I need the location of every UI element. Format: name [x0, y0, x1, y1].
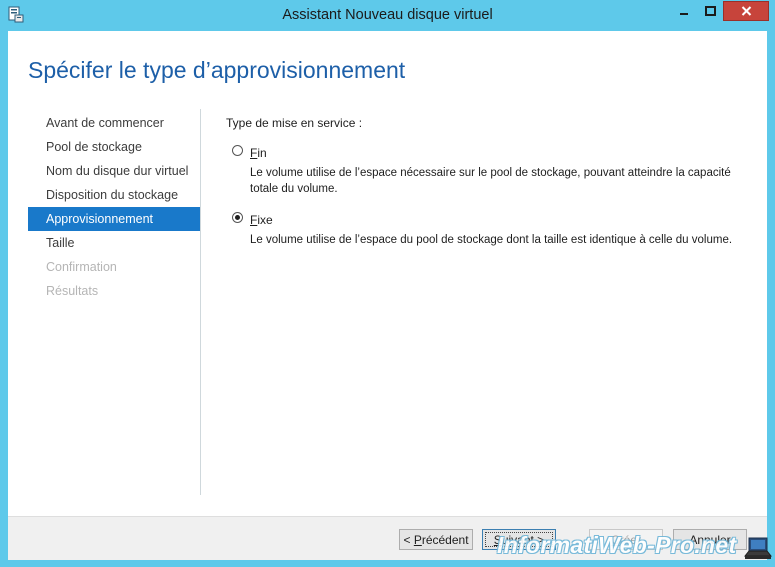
nav-step-approvisionnement[interactable]: Approvisionnement: [28, 207, 200, 231]
laptop-logo-icon: [744, 537, 772, 559]
nav-step-avant-de-commencer[interactable]: Avant de commencer: [28, 111, 200, 135]
close-icon: [741, 6, 751, 16]
minimize-icon: [679, 13, 688, 15]
nav-step-confirmation: Confirmation: [46, 260, 117, 274]
radio-fin[interactable]: [232, 145, 243, 156]
minimize-button[interactable]: [670, 1, 697, 21]
nav-step-disposition[interactable]: Disposition du stockage: [28, 183, 200, 207]
nav-step-pool-de-stockage[interactable]: Pool de stockage: [28, 135, 200, 159]
radio-fixe[interactable]: [232, 212, 243, 223]
title-bar[interactable]: Assistant Nouveau disque virtuel: [0, 0, 775, 31]
provisioning-content: Type de mise en service : Fin Le volume …: [226, 116, 756, 248]
close-button[interactable]: [723, 1, 769, 21]
window-title: Assistant Nouveau disque virtuel: [282, 7, 493, 23]
maximize-icon: [704, 6, 716, 16]
option-fin-description: Le volume utilise de l’espace nécessaire…: [250, 167, 731, 195]
option-fin-label[interactable]: Fin: [250, 146, 267, 160]
previous-button[interactable]: < Précédent: [399, 529, 473, 550]
nav-step-resultats: Résultats: [46, 284, 99, 298]
nav-step-nom-du-disque[interactable]: Nom du disque dur virtuel: [28, 159, 200, 183]
wizard-body: Spécifer le type d’approvisionnement Ava…: [8, 31, 767, 516]
option-fixe-label[interactable]: Fixe: [250, 213, 273, 227]
nav-divider: [200, 109, 201, 495]
option-fixe-description: Le volume utilise de l’espace du pool de…: [250, 234, 733, 246]
maximize-button[interactable]: [697, 1, 723, 21]
provisioning-type-label: Type de mise en service :: [226, 116, 363, 130]
wizard-steps-nav: Avant de commencer Pool de stockage Nom …: [28, 111, 200, 303]
option-fixe[interactable]: Fixe Le volume utilise de l’espace du po…: [226, 211, 756, 248]
page-title: Spécifer le type d’approvisionnement: [28, 57, 406, 83]
wizard-window: Assistant Nouveau disque virtuel Spécife…: [0, 0, 775, 567]
nav-step-taille[interactable]: Taille: [28, 231, 200, 255]
option-fin[interactable]: Fin Le volume utilise de l’espace nécess…: [226, 144, 756, 197]
watermark-text: InformatiWeb-Pro.net: [497, 532, 737, 558]
